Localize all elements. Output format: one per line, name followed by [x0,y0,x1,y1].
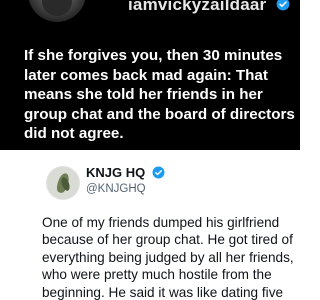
bottom-tweet-display-name[interactable]: KNJG HQ [86,165,145,181]
top-tweet-text: If she forgives you, then 30 minutes lat… [24,47,295,142]
bottom-tweet-text: One of my friends dumped his girlfriend … [42,215,294,300]
avatar-beard-shape [42,0,72,16]
bottom-tweet-handle[interactable]: @KNJGHQ [86,182,146,196]
bottom-tweet-card: KNJG HQ @KNJGHQ One of my friends dumped… [0,150,300,300]
top-tweet-avatar[interactable] [28,0,86,22]
top-tweet-handle[interactable]: iamvickyzaildaar [128,0,266,14]
bottom-tweet-avatar[interactable] [46,166,80,200]
verified-badge-icon [276,0,290,11]
verified-badge-icon [152,166,165,179]
top-tweet-card: iamvickyzaildaar If she forgives you, th… [0,0,300,150]
